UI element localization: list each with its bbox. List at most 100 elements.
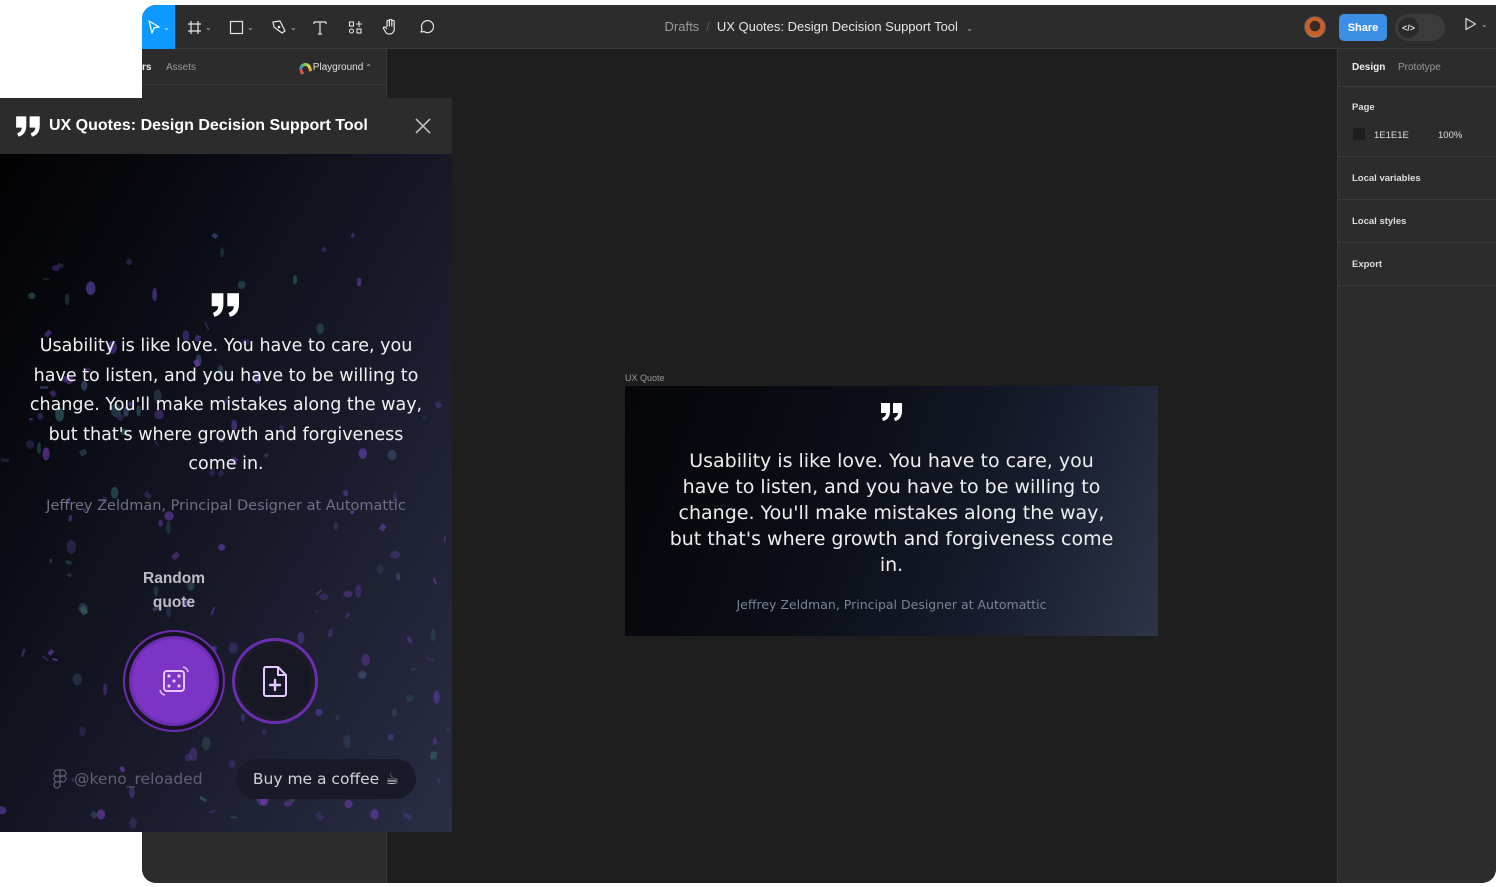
tab-assets[interactable]: Assets xyxy=(166,62,196,73)
close-icon xyxy=(415,118,431,134)
figma-handle: @keno_reloaded xyxy=(74,770,203,788)
confetti-piece xyxy=(230,816,238,819)
confetti-piece xyxy=(129,817,137,829)
confetti-piece xyxy=(79,726,87,736)
quote-icon xyxy=(625,402,1158,422)
confetti-piece xyxy=(436,777,442,785)
confetti-piece xyxy=(443,535,446,543)
components-icon xyxy=(348,20,362,34)
confetti-piece xyxy=(430,628,436,642)
buy-coffee-button[interactable]: Buy me a coffee ☕ xyxy=(236,759,416,799)
confetti-piece xyxy=(0,806,7,815)
chevron-down-icon[interactable]: ⌄ xyxy=(966,23,974,33)
confetti-piece xyxy=(319,593,329,601)
plugin-title: UX Quotes: Design Decision Support Tool xyxy=(49,117,368,134)
confetti-piece xyxy=(72,673,82,686)
tab-prototype[interactable]: Prototype xyxy=(1398,62,1441,73)
figma-handle-link[interactable]: @keno_reloaded xyxy=(53,769,203,789)
confetti-piece xyxy=(405,695,414,702)
chevron-up-icon: ⌃ xyxy=(365,63,372,72)
page-selector[interactable]: Playground ⌃ xyxy=(297,60,372,75)
confetti-piece xyxy=(377,564,384,575)
right-panel: Design Prototype Page 1E1E1E 100% Local … xyxy=(1337,49,1496,883)
text-tool-button[interactable] xyxy=(313,15,327,39)
quote-icon xyxy=(0,292,452,318)
share-button[interactable]: Share xyxy=(1339,14,1387,41)
pen-tool-button[interactable]: ⌄ xyxy=(271,15,297,39)
insert-quote-button[interactable] xyxy=(232,638,318,724)
confetti-piece xyxy=(315,708,323,716)
confetti-piece xyxy=(430,751,438,760)
local-styles-section[interactable]: Local styles xyxy=(1338,200,1496,243)
breadcrumb: Drafts / UX Quotes: Design Decision Suppor… xyxy=(142,19,1496,34)
confetti-piece xyxy=(68,515,73,522)
page-color-hex[interactable]: 1E1E1E xyxy=(1374,130,1409,141)
confetti-piece xyxy=(358,670,367,680)
confetti-piece xyxy=(314,810,326,822)
tab-layers[interactable]: rs xyxy=(142,62,151,73)
random-quote-button[interactable] xyxy=(129,636,219,726)
cursor-icon xyxy=(148,20,160,34)
confetti-piece xyxy=(220,247,225,259)
figma-icon xyxy=(53,769,67,789)
confetti-piece xyxy=(65,560,72,565)
right-panel-tabs: Design Prototype xyxy=(1338,49,1496,87)
confetti-piece xyxy=(218,543,226,551)
confetti-piece xyxy=(344,612,351,619)
page-section-title: Page xyxy=(1352,102,1375,113)
local-variables-section[interactable]: Local variables xyxy=(1338,157,1496,200)
breadcrumb-drafts[interactable]: Drafts xyxy=(665,19,700,34)
frame-tool-button[interactable]: ⌄ xyxy=(187,15,212,39)
quote-text: Usability is like love. You have to care… xyxy=(29,336,423,474)
page-color-swatch[interactable] xyxy=(1353,128,1365,140)
page-selector-label: Playground xyxy=(312,62,364,73)
confetti-piece xyxy=(297,631,305,644)
export-section[interactable]: Export xyxy=(1338,243,1496,286)
confetti-piece xyxy=(165,520,171,534)
confetti-piece xyxy=(199,796,207,803)
chevron-down-icon: ⌄ xyxy=(1481,19,1488,29)
shape-tool-button[interactable]: ⌄ xyxy=(229,15,254,39)
plugin-header[interactable]: UX Quotes: Design Decision Support Tool xyxy=(0,98,452,154)
move-tool-button[interactable]: ⌄ xyxy=(142,5,175,49)
hand-icon xyxy=(382,18,395,35)
rectangle-icon xyxy=(229,20,244,34)
confetti-piece xyxy=(103,683,108,696)
buy-coffee-label: Buy me a coffee xyxy=(252,770,380,788)
frame-quote-text: Usability is like love. You have to care… xyxy=(669,450,1114,576)
left-panel-tabs: rs Assets Playground ⌃ xyxy=(142,49,386,85)
present-button[interactable]: ⌄ xyxy=(1464,17,1488,31)
file-name[interactable]: UX Quotes: Design Decision Support Tool xyxy=(717,19,958,34)
confetti-piece xyxy=(314,610,320,613)
comment-icon xyxy=(420,20,434,34)
play-icon xyxy=(1465,17,1477,31)
confetti-piece xyxy=(20,648,26,658)
hand-tool-button[interactable] xyxy=(382,15,399,39)
quote-author: Jeffrey Zeldman, Principal Designer at A… xyxy=(46,498,406,514)
confetti-piece xyxy=(165,629,173,636)
local-variables-label: Local variables xyxy=(1352,173,1421,184)
dev-mode-toggle[interactable]: </> xyxy=(1395,14,1445,41)
ux-quote-frame[interactable]: Usability is like love. You have to care… xyxy=(625,386,1158,636)
comment-tool-button[interactable] xyxy=(418,15,434,39)
frame-label[interactable]: UX Quote xyxy=(625,373,665,383)
confetti-piece xyxy=(354,584,362,598)
resources-tool-button[interactable] xyxy=(348,15,363,39)
confetti-piece xyxy=(391,708,398,717)
quote-logo-icon xyxy=(15,115,42,143)
canvas[interactable]: UX Quote Usability is like love. You hav… xyxy=(387,49,1337,883)
confetti-piece xyxy=(42,655,49,662)
confetti-piece xyxy=(42,278,50,281)
desktop-background xyxy=(0,0,142,98)
confetti-piece xyxy=(158,519,164,527)
avatar[interactable] xyxy=(1304,16,1326,38)
confetti-piece xyxy=(343,734,351,749)
plugin-body: Usability is like love. You have to care… xyxy=(0,154,452,832)
tab-design[interactable]: Design xyxy=(1352,62,1385,73)
code-icon: </> xyxy=(1398,17,1419,38)
confetti-piece xyxy=(201,736,211,751)
page-color-opacity[interactable]: 100% xyxy=(1438,130,1462,141)
plugin-window: UX Quotes: Design Decision Support Tool … xyxy=(0,98,452,832)
close-button[interactable] xyxy=(414,117,432,135)
confetti-piece xyxy=(0,458,10,463)
